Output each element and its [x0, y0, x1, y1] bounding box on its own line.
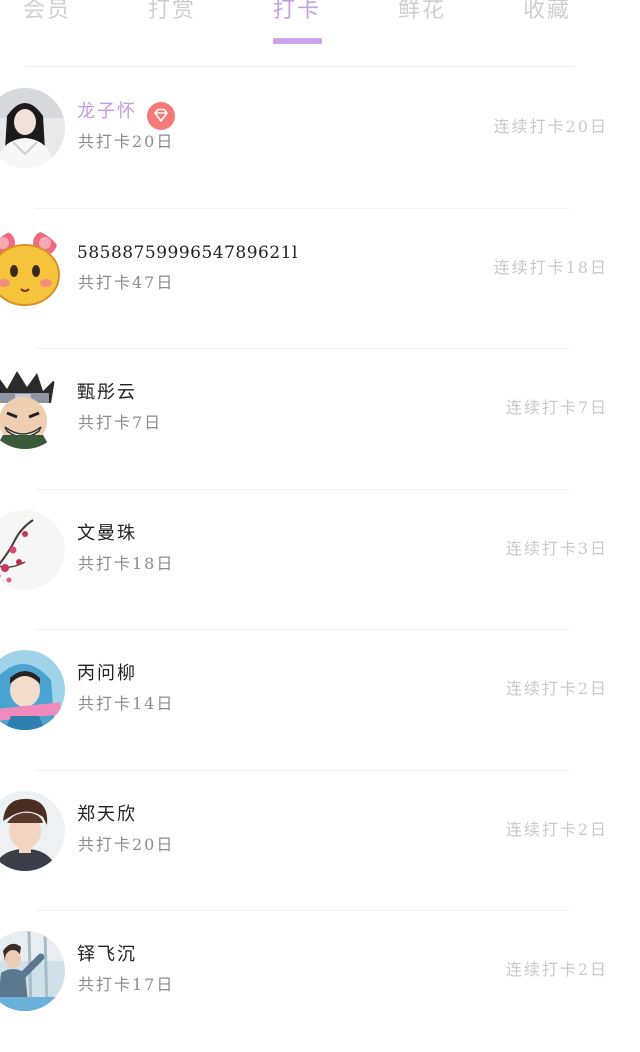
tab-members[interactable]: 会员 — [0, 0, 97, 26]
streak-checkins: 连续打卡2日 — [505, 960, 608, 979]
plum-blossom-avatar[interactable] — [0, 509, 65, 590]
member-name: 郑天欣 — [77, 803, 137, 825]
boy-portrait-avatar[interactable] — [0, 790, 65, 871]
list-item[interactable]: 文曼珠 共打卡18日 连续打卡3日 — [0, 490, 640, 630]
tab-divider — [25, 66, 575, 67]
hooded-girl-avatar[interactable] — [0, 650, 65, 730]
list-item[interactable]: 铎飞沉 共打卡17日 连续打卡2日 — [0, 911, 640, 1052]
anime-ninja-avatar[interactable] — [0, 369, 65, 449]
member-name: 丙问柳 — [77, 663, 137, 684]
member-name: 文曼珠 — [77, 522, 137, 544]
streak-checkins: 连续打卡3日 — [505, 538, 608, 558]
tab-checkin[interactable]: 打卡 — [247, 0, 347, 26]
list-item[interactable]: 甄彤云 共打卡7日 连续打卡7日 — [0, 349, 640, 490]
total-checkins: 共打卡20日 — [78, 132, 175, 151]
streak-checkins: 连续打卡2日 — [505, 819, 608, 839]
member-name: 铎飞沉 — [77, 944, 137, 965]
tab-rewards[interactable]: 打赏 — [122, 0, 222, 26]
total-checkins: 共打卡14日 — [78, 694, 175, 713]
total-checkins: 共打卡17日 — [78, 975, 175, 994]
list-item[interactable]: 郑天欣 共打卡20日 连续打卡2日 — [0, 771, 640, 911]
streak-checkins: 连续打卡2日 — [505, 679, 608, 698]
checkin-list: 龙子怀 共打卡20日 连续打卡20日 5858875999654789621l … — [0, 68, 640, 1052]
tab-bar: 会员 打赏 打卡 鲜花 收藏 — [0, 0, 640, 67]
total-checkins: 共打卡18日 — [78, 553, 175, 573]
member-name: 甄彤云 — [77, 382, 137, 403]
member-name: 龙子怀 — [77, 101, 137, 122]
list-item[interactable]: 5858875999654789621l 共打卡47日 连续打卡18日 — [0, 209, 640, 349]
diamond-icon — [147, 102, 175, 130]
list-item[interactable]: 丙问柳 共打卡14日 连续打卡2日 — [0, 630, 640, 771]
streak-checkins: 连续打卡18日 — [493, 257, 608, 277]
cartoon-face-avatar[interactable] — [0, 228, 65, 309]
member-name: 5858875999654789621l — [77, 242, 298, 263]
total-checkins: 共打卡7日 — [78, 413, 163, 432]
streak-checkins: 连续打卡20日 — [493, 117, 608, 136]
total-checkins: 共打卡20日 — [78, 834, 175, 854]
active-tab-indicator — [273, 38, 322, 44]
total-checkins: 共打卡47日 — [78, 272, 175, 292]
outdoor-boy-avatar[interactable] — [0, 931, 65, 1011]
tab-flowers[interactable]: 鲜花 — [372, 0, 472, 26]
girl-photo-avatar[interactable] — [0, 88, 65, 168]
streak-checkins: 连续打卡7日 — [505, 398, 608, 417]
tab-favorites[interactable]: 收藏 — [497, 0, 597, 26]
list-item[interactable]: 龙子怀 共打卡20日 连续打卡20日 — [0, 68, 640, 209]
